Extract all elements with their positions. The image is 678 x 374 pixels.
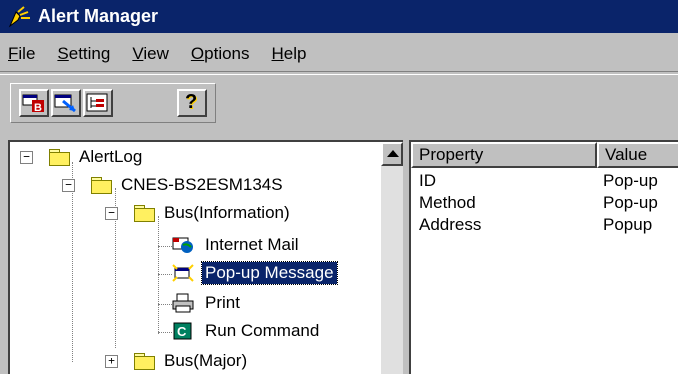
tree-node-label: Bus(Information) <box>164 203 290 222</box>
tree-node-alertlog[interactable]: − AlertLog <box>20 144 145 170</box>
tree-node-label: CNES-BS2ESM134S <box>121 175 283 194</box>
alert-manager-app-icon <box>8 5 32 28</box>
tree-line <box>158 274 172 275</box>
tree-node-label: AlertLog <box>79 147 143 166</box>
title-bar[interactable]: Alert Manager <box>0 0 678 33</box>
run-command-icon: C <box>172 321 194 341</box>
toolbar-band: B ? <box>10 83 216 123</box>
properties-icon <box>53 94 79 119</box>
list-cell-value: Popup <box>603 215 653 234</box>
svg-text:B: B <box>34 102 42 114</box>
tree-node-bus-information[interactable]: − Bus(Information) <box>105 200 293 226</box>
menu-view[interactable]: View <box>130 41 171 67</box>
tree-node-label: Internet Mail <box>205 235 299 254</box>
column-header-property[interactable]: Property <box>411 142 597 168</box>
list-cell-property[interactable]: Address <box>419 214 481 236</box>
tree-line <box>158 304 172 305</box>
property-list-pane[interactable]: Property Value ID Pop-up Method Pop-up A… <box>409 140 678 374</box>
tree-pane[interactable]: − AlertLog − CNES-BS2ESM134S − Bus(Infor… <box>8 140 403 374</box>
list-cell-property[interactable]: Method <box>419 192 476 214</box>
folder-open-icon <box>133 205 155 222</box>
tree-node-popup-message[interactable]: Pop-up Message <box>172 260 338 286</box>
tree-node-internet-mail[interactable]: Internet Mail <box>172 232 302 258</box>
tree-node-label: Bus(Major) <box>164 351 248 370</box>
folder-open-icon <box>48 149 70 166</box>
expand-toggle[interactable]: + <box>105 355 118 368</box>
tree-node-run-command[interactable]: C Run Command <box>172 318 322 344</box>
tree-line <box>158 332 172 333</box>
tree-node-label-selected: Pop-up Message <box>201 261 338 285</box>
printer-icon <box>172 293 194 313</box>
popup-message-icon <box>172 263 194 283</box>
help-button[interactable]: ? <box>177 89 207 117</box>
tree-view-button[interactable] <box>83 89 113 117</box>
collapse-toggle[interactable]: − <box>62 179 75 192</box>
menu-help[interactable]: Help <box>270 41 309 67</box>
toolbar: B ? <box>0 74 678 130</box>
list-cell-value: Pop-up <box>603 171 658 190</box>
folder-icon <box>133 353 155 370</box>
new-bus-icon: B <box>21 94 47 119</box>
help-icon: ? <box>185 91 198 113</box>
tree-node-server[interactable]: − CNES-BS2ESM134S <box>62 172 286 198</box>
collapse-toggle[interactable]: − <box>105 207 118 220</box>
column-header-value[interactable]: Value <box>597 142 678 168</box>
window-title: Alert Manager <box>38 6 159 26</box>
tree-line <box>158 216 159 334</box>
tree-view-icon <box>85 93 111 119</box>
svg-text:C: C <box>177 324 187 339</box>
collapse-toggle[interactable]: − <box>20 151 33 164</box>
menu-bar: File Setting View Options Help <box>0 36 678 72</box>
tree-node-label: Print <box>205 293 240 312</box>
new-bus-button[interactable]: B <box>19 89 49 117</box>
internet-mail-icon <box>172 235 194 255</box>
folder-open-icon <box>90 177 112 194</box>
tree-line <box>158 246 172 247</box>
scroll-up-button[interactable] <box>381 142 403 166</box>
properties-button[interactable] <box>51 89 81 117</box>
tree-vertical-scrollbar[interactable] <box>381 142 403 374</box>
list-cell-value: Pop-up <box>603 193 658 212</box>
menu-options[interactable]: Options <box>189 41 252 67</box>
list-cell-property[interactable]: ID <box>419 170 436 192</box>
menu-setting[interactable]: Setting <box>55 41 112 67</box>
tree-node-label: Run Command <box>205 321 320 340</box>
tree-node-print[interactable]: Print <box>172 290 243 316</box>
menu-file[interactable]: File <box>6 41 37 67</box>
tree-node-bus-major[interactable]: + Bus(Major) <box>105 348 250 374</box>
